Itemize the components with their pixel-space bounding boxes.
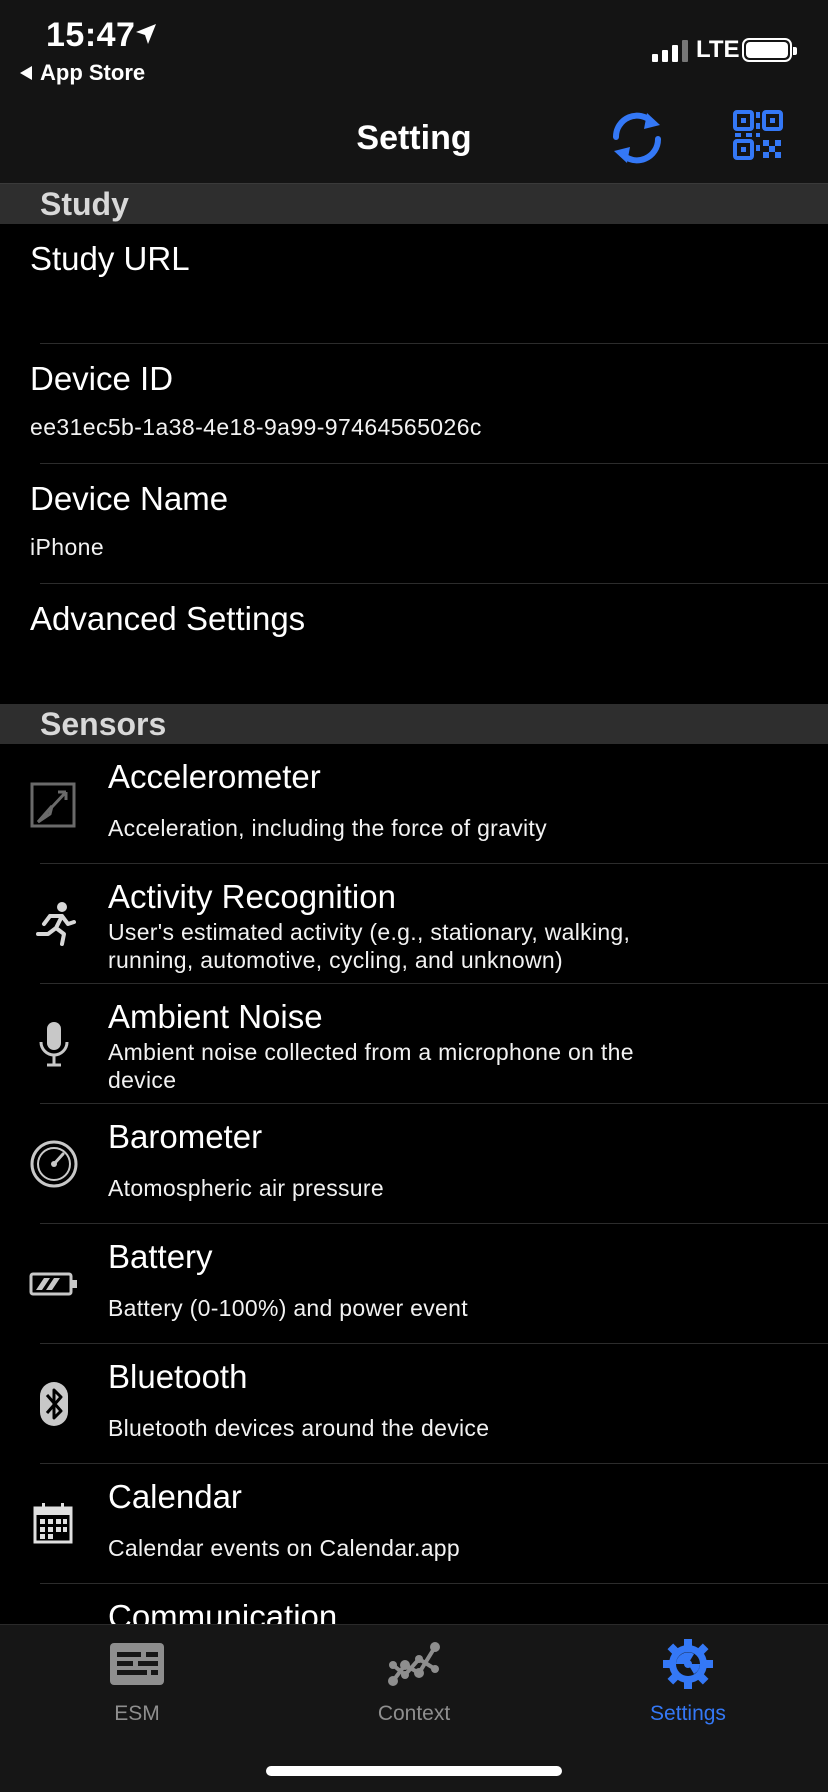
row-title: Device Name: [30, 480, 229, 517]
device-name-value: iPhone: [30, 534, 105, 560]
status-bar: 15:47 App Store LTE: [0, 0, 828, 95]
page-title: Setting: [356, 119, 472, 157]
sensor-description: Bluetooth devices around the device: [108, 1415, 490, 1441]
tab-esm[interactable]: ESM: [57, 1639, 217, 1726]
back-to-app-store[interactable]: App Store: [20, 60, 145, 86]
tab-context[interactable]: Context: [334, 1639, 494, 1726]
device-name-row[interactable]: Device Name iPhone: [0, 464, 828, 584]
sensor-description: Calendar events on Calendar.app: [108, 1535, 460, 1561]
sensor-title: Ambient Noise: [108, 998, 323, 1035]
home-indicator[interactable]: [266, 1766, 562, 1776]
sensor-description: Ambient noise collected from a microphon…: [108, 1039, 634, 1093]
bluetooth-icon: [40, 1382, 68, 1426]
sync-icon[interactable]: [604, 107, 670, 169]
sensor-title: Bluetooth: [108, 1358, 248, 1395]
tab-settings[interactable]: Settings: [608, 1639, 768, 1726]
row-title: Study URL: [30, 240, 190, 277]
sensor-title: Accelerometer: [108, 758, 321, 795]
calendar-icon: [33, 1503, 73, 1544]
battery-icon: [29, 1272, 77, 1296]
device-id-value: ee31ec5b-1a38-4e18-9a99-97464565026c: [30, 414, 482, 440]
battery-status-icon: [742, 38, 797, 62]
section-header-sensors: Sensors: [0, 704, 828, 744]
sensor-row-communication[interactable]: Communication: [0, 1584, 828, 1624]
sensor-title: Communication: [108, 1598, 338, 1624]
sensor-description: User's estimated activity (e.g., station…: [108, 919, 631, 973]
sensor-row-barometer[interactable]: Barometer Atomospheric air pressure: [0, 1104, 828, 1224]
gauge-icon: [30, 1140, 78, 1188]
section-header-study: Study: [0, 184, 828, 224]
back-app-label: App Store: [40, 60, 146, 85]
tab-label: Context: [377, 1702, 451, 1725]
tab-label: ESM: [114, 1702, 160, 1725]
esm-list-icon: [110, 1643, 164, 1685]
sensor-description: Battery (0-100%) and power event: [108, 1295, 468, 1321]
sensor-title: Barometer: [108, 1118, 263, 1155]
sensor-row-calendar[interactable]: Calendar Calendar events on Calendar.app: [0, 1464, 828, 1584]
back-triangle-icon: [20, 66, 32, 80]
advanced-settings-row[interactable]: Advanced Settings: [0, 584, 828, 704]
sensor-title: Activity Recognition: [108, 878, 396, 915]
sensor-description: Atomospheric air pressure: [108, 1175, 384, 1201]
tab-label: Settings: [650, 1702, 726, 1725]
row-title: Device ID: [30, 360, 174, 397]
status-time: 15:47: [46, 16, 136, 54]
sensor-row-bluetooth[interactable]: Bluetooth Bluetooth devices around the d…: [0, 1344, 828, 1464]
row-title: Advanced Settings: [30, 600, 306, 637]
sensor-title: Battery: [108, 1238, 213, 1275]
device-id-row[interactable]: Device ID ee31ec5b-1a38-4e18-9a99-974645…: [0, 344, 828, 464]
sensor-description: Acceleration, including the force of gra…: [108, 815, 547, 841]
sensor-title: Calendar: [108, 1478, 242, 1515]
running-person-icon: [36, 902, 76, 946]
navigation-bar: Setting: [0, 95, 828, 184]
settings-list[interactable]: Study Study URL Device ID ee31ec5b-1a38-…: [0, 184, 828, 1624]
sensor-row-activity-recognition[interactable]: Activity Recognition User's estimated ac…: [0, 864, 828, 984]
sensor-row-battery[interactable]: Battery Battery (0-100%) and power event: [0, 1224, 828, 1344]
study-url-row[interactable]: Study URL: [0, 224, 828, 344]
sensor-row-accelerometer[interactable]: Accelerometer Acceleration, including th…: [0, 744, 828, 864]
location-arrow-icon: [136, 24, 156, 44]
context-graph-icon: [388, 1642, 440, 1686]
sensor-row-ambient-noise[interactable]: Ambient Noise Ambient noise collected fr…: [0, 984, 828, 1104]
microphone-icon: [39, 1022, 69, 1067]
accelerometer-icon: [30, 782, 76, 828]
network-type: LTE: [696, 36, 740, 63]
cellular-signal-icon: [652, 40, 688, 62]
settings-gear-icon: [663, 1639, 713, 1689]
qr-code-icon[interactable]: [732, 109, 784, 161]
